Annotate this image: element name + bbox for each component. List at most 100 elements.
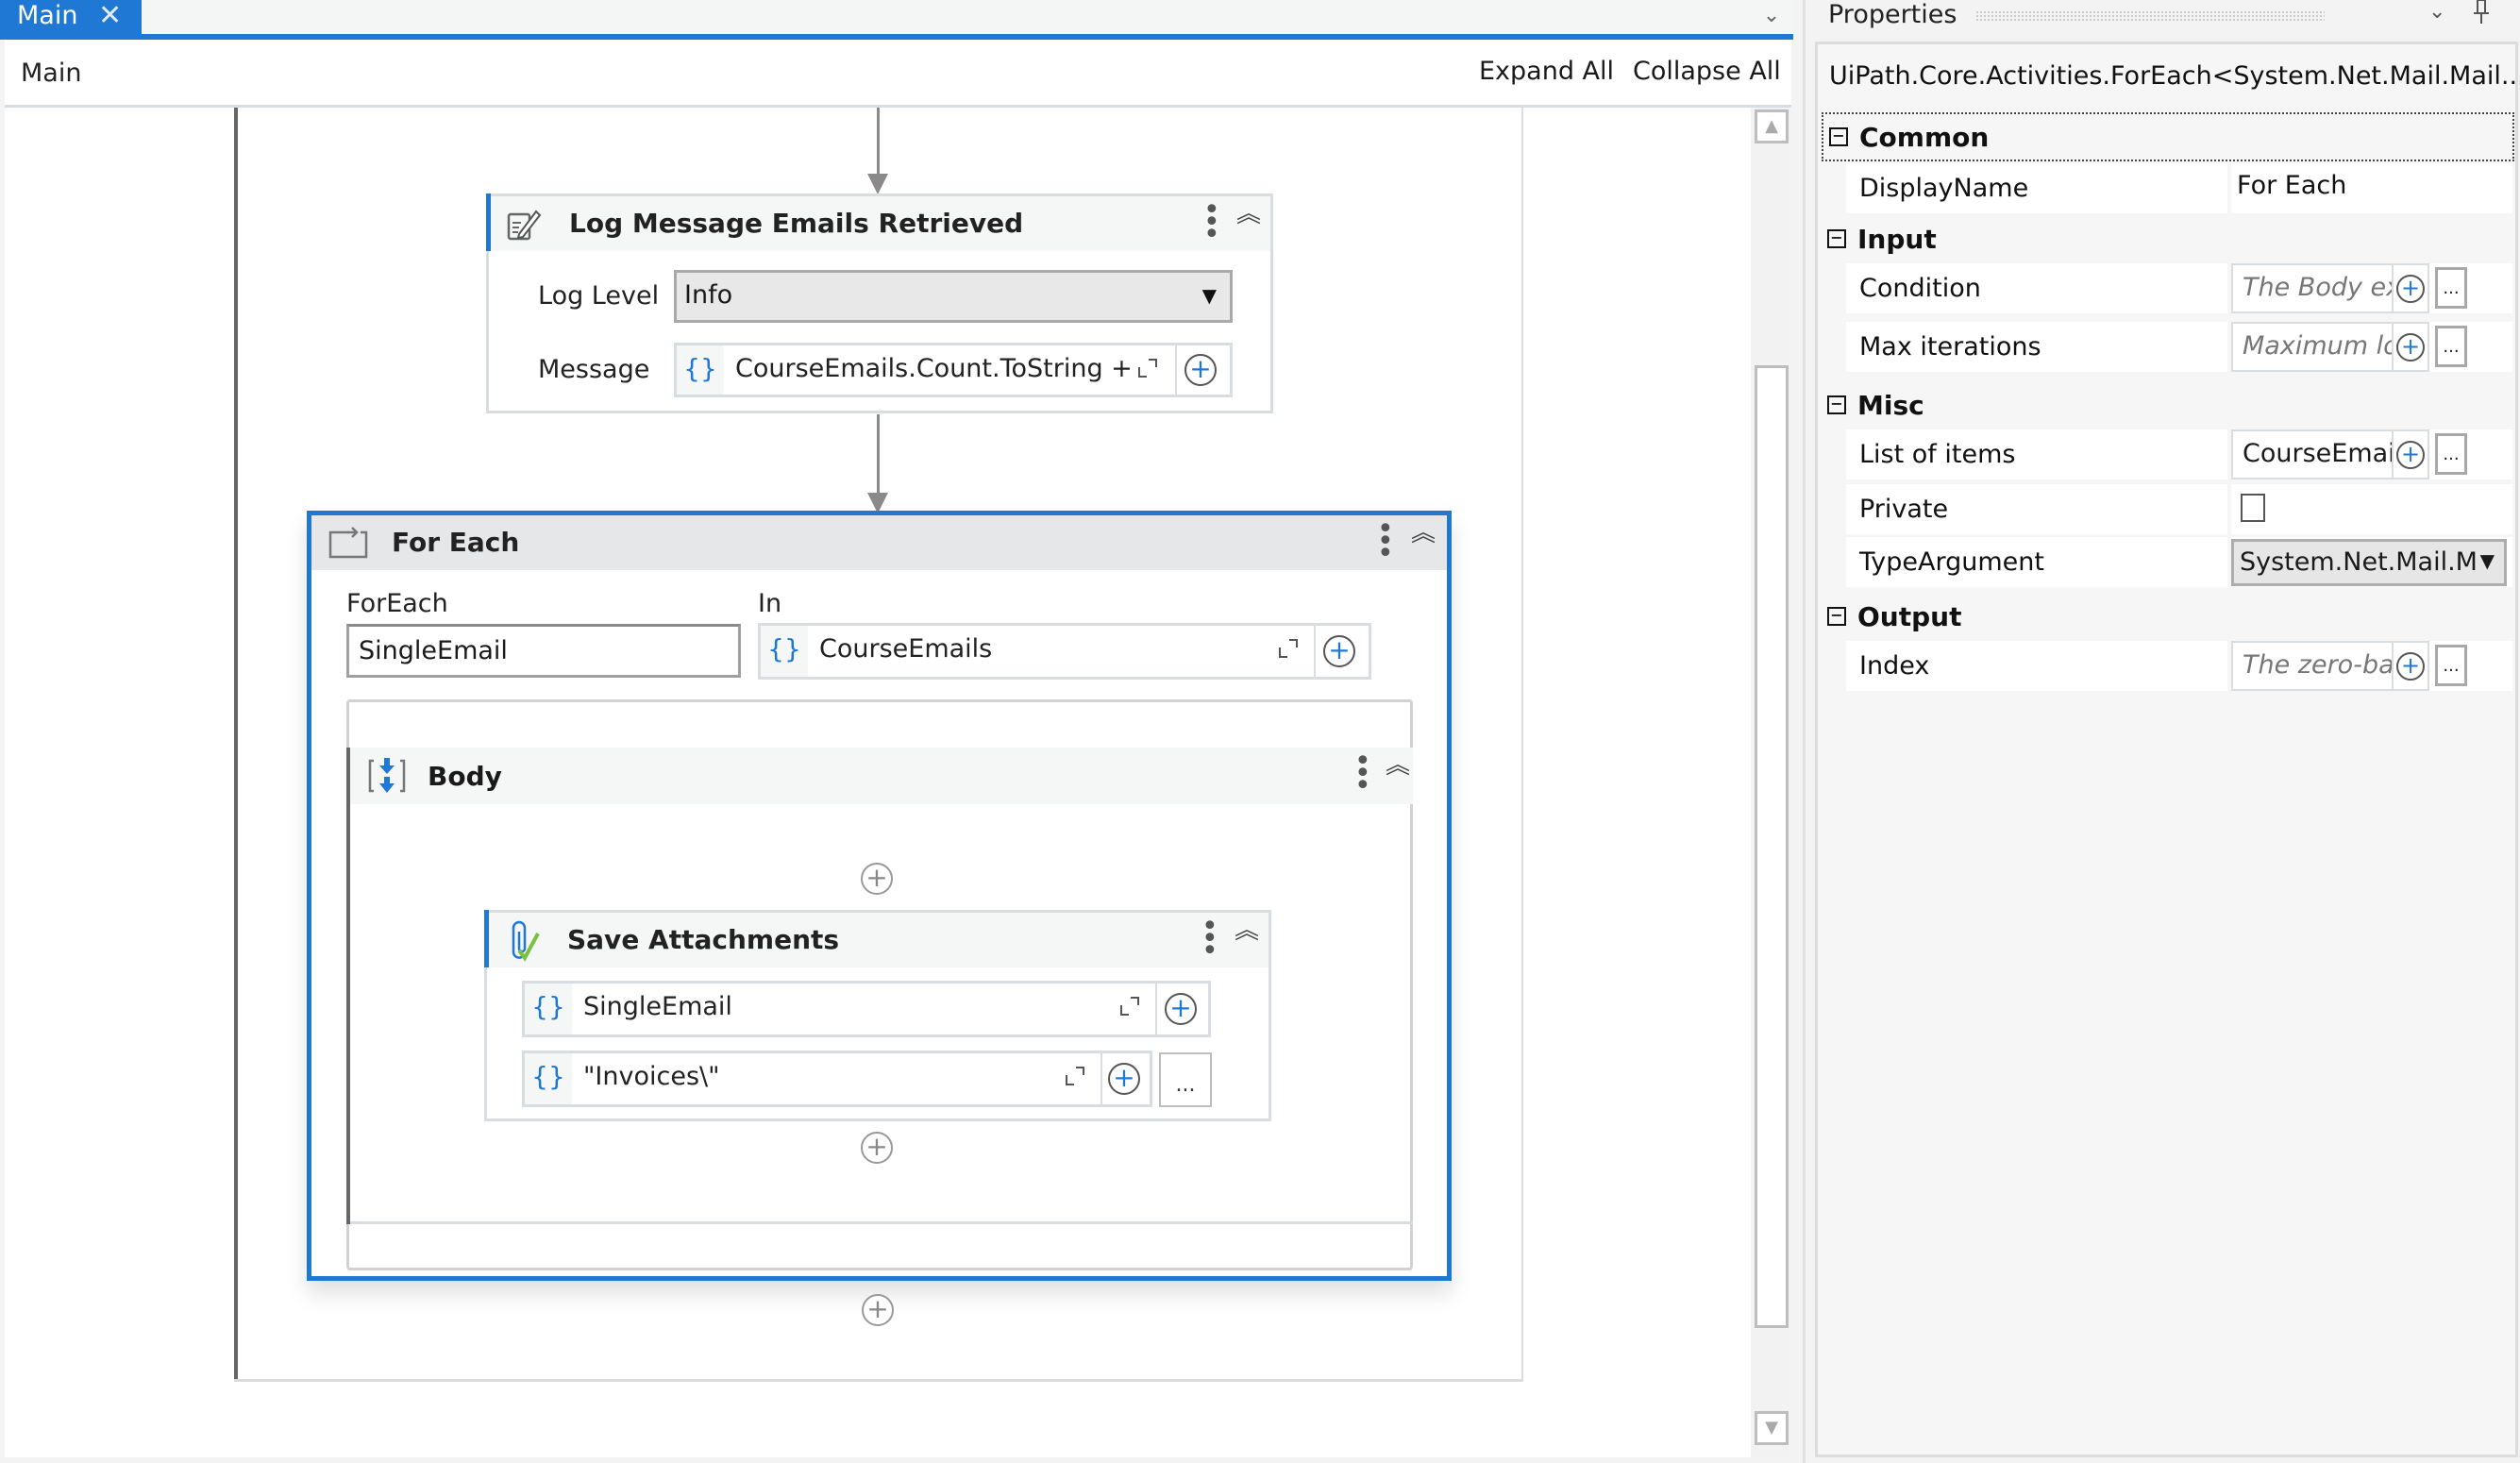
typeargument-dropdown[interactable]: System.Net.Mail.M ▼ <box>2231 539 2507 586</box>
add-variable-icon[interactable]: + <box>1165 993 1197 1025</box>
log-message-activity[interactable]: Log Message Emails Retrieved • • • ︽ Log L… <box>486 193 1273 413</box>
add-variable-icon[interactable]: + <box>2396 333 2425 362</box>
collapse-category-icon[interactable]: − <box>1827 395 1846 414</box>
kebab-menu-icon[interactable]: • • • <box>1201 913 1218 966</box>
in-collection-input[interactable]: {} CourseEmails + <box>758 623 1371 680</box>
connector-line <box>877 414 880 504</box>
dropdown-arrow-icon: ▼ <box>1201 284 1217 307</box>
collapse-icon[interactable]: ︽ <box>1233 918 1261 956</box>
add-activity-icon[interactable]: + <box>861 863 893 895</box>
property-row-condition: Condition The Body ex + ... <box>1846 263 2512 316</box>
add-activity-icon[interactable]: + <box>861 1132 893 1164</box>
condition-ellipsis-button[interactable]: ... <box>2435 267 2467 309</box>
kebab-menu-icon[interactable]: • • • <box>1377 515 1394 568</box>
sequence-left-border <box>234 108 238 1382</box>
tab-main[interactable]: Main ✕ <box>0 0 142 34</box>
scroll-down-icon[interactable]: ▼ <box>1755 1411 1789 1445</box>
property-row-index: Index The zero-ba + ... <box>1846 641 2512 694</box>
activity-title: Log Message Emails Retrieved <box>569 208 1024 239</box>
index-ellipsis-button[interactable]: ... <box>2435 645 2467 686</box>
log-level-value: Info <box>684 280 733 310</box>
browse-folder-button[interactable]: ... <box>1159 1052 1212 1107</box>
add-variable-button[interactable]: + <box>2394 263 2429 313</box>
folder-path-value: "Invoices\" <box>583 1062 720 1091</box>
message-input[interactable]: {} CourseEmails.Count.ToString + + <box>674 343 1233 397</box>
list-of-items-ellipsis-button[interactable]: ... <box>2435 433 2467 475</box>
add-activity-icon[interactable]: + <box>862 1294 894 1326</box>
private-checkbox[interactable] <box>2241 494 2265 522</box>
category-output[interactable]: − Output <box>1822 594 2514 643</box>
activity-title: Body <box>428 761 502 792</box>
index-input[interactable]: The zero-ba <box>2231 641 2394 691</box>
collapse-category-icon[interactable]: − <box>1827 229 1846 248</box>
body-sequence[interactable]: Body • • • ︽ + Save Attachments • • • ︽ … <box>346 748 1413 1224</box>
save-attachments-icon <box>512 920 540 962</box>
condition-input[interactable]: The Body ex <box>2231 263 2394 313</box>
list-of-items-input[interactable]: CourseEmai <box>2231 429 2394 479</box>
activity-type-label: UiPath.Core.Activities.ForEach<System.Ne… <box>1829 61 2520 91</box>
chevron-down-icon[interactable]: ⌄ <box>1757 4 1786 28</box>
property-name: Private <box>1859 495 1949 524</box>
add-variable-button[interactable]: + <box>2394 429 2429 479</box>
in-value: CourseEmails <box>819 634 993 664</box>
panel-drag-grip[interactable] <box>1975 10 2325 22</box>
expand-editor-icon[interactable] <box>1278 638 1299 659</box>
property-name: DisplayName <box>1859 174 2029 203</box>
add-variable-button[interactable]: + <box>2394 641 2429 691</box>
property-name: Index <box>1859 651 1930 681</box>
collapse-icon[interactable]: ︽ <box>1384 753 1412 791</box>
mail-message-value: SingleEmail <box>583 992 732 1021</box>
max-iterations-input[interactable]: Maximum lo <box>2231 322 2394 372</box>
activity-header[interactable]: Save Attachments • • • ︽ <box>487 913 1268 967</box>
scroll-up-icon[interactable]: ▲ <box>1755 109 1789 143</box>
log-level-dropdown[interactable]: Info ▼ <box>674 270 1233 323</box>
foreach-variable-input[interactable]: SingleEmail <box>346 624 741 678</box>
expand-all-button[interactable]: Expand All <box>1479 57 1614 86</box>
document-tab-strip <box>0 0 1793 34</box>
expand-editor-icon[interactable] <box>1065 1066 1085 1086</box>
collapse-category-icon[interactable]: − <box>1827 607 1846 626</box>
connector-line <box>877 108 880 176</box>
folder-path-input[interactable]: {} "Invoices\" + <box>522 1051 1152 1107</box>
property-name: List of items <box>1859 440 2016 469</box>
canvas-vertical-scrollbar[interactable]: ▲ ▼ <box>1751 108 1790 1457</box>
chevron-down-icon[interactable]: ⌄ <box>2428 0 2445 24</box>
add-variable-icon[interactable]: + <box>2396 275 2425 303</box>
for-each-activity[interactable]: For Each • • • ︽ ForEach SingleEmail In {}… <box>307 511 1452 1281</box>
close-icon[interactable]: ✕ <box>98 0 122 32</box>
category-common[interactable]: − Common <box>1822 112 2514 161</box>
scroll-thumb[interactable] <box>1755 365 1789 1328</box>
add-variable-icon[interactable]: + <box>2396 652 2425 681</box>
separator <box>1314 626 1316 677</box>
save-attachments-activity[interactable]: Save Attachments • • • ︽ {} SingleEmail + <box>484 910 1271 1121</box>
breadcrumb[interactable]: Main <box>21 59 81 88</box>
log-level-label: Log Level <box>538 281 660 311</box>
add-variable-icon[interactable]: + <box>1323 635 1355 667</box>
workflow-canvas: Log Message Emails Retrieved • • • ︽ Log L… <box>5 108 1751 1457</box>
property-grid: UiPath.Core.Activities.ForEach<System.Ne… <box>1815 42 2520 1457</box>
max-iterations-ellipsis-button[interactable]: ... <box>2435 326 2467 367</box>
expand-editor-icon[interactable] <box>1119 996 1140 1017</box>
kebab-menu-icon[interactable]: • • • <box>1354 748 1371 800</box>
add-variable-icon[interactable]: + <box>1108 1063 1140 1095</box>
activity-title: Save Attachments <box>567 924 840 955</box>
kebab-menu-icon[interactable]: • • • <box>1203 196 1220 249</box>
pin-icon[interactable] <box>2473 0 2490 30</box>
property-row-typeargument: TypeArgument System.Net.Mail.M ▼ <box>1846 537 2512 590</box>
activity-header[interactable]: For Each • • • ︽ <box>311 515 1447 570</box>
expand-editor-icon[interactable] <box>1137 358 1158 378</box>
body-header[interactable]: Body • • • ︽ <box>350 748 1413 804</box>
add-variable-icon[interactable]: + <box>1184 354 1217 386</box>
collapse-icon[interactable]: ︽ <box>1235 202 1263 240</box>
displayname-input[interactable]: For Each <box>2237 171 2346 200</box>
mail-message-input[interactable]: {} SingleEmail + <box>522 981 1211 1037</box>
add-variable-icon[interactable]: + <box>2396 441 2425 469</box>
activity-header[interactable]: Log Message Emails Retrieved • • • ︽ <box>489 196 1270 251</box>
collapse-icon[interactable]: ︽ <box>1409 521 1437 559</box>
add-variable-button[interactable]: + <box>2394 322 2429 372</box>
connector-arrow-icon <box>867 174 888 194</box>
collapse-category-icon[interactable]: − <box>1829 127 1848 146</box>
category-input[interactable]: − Input <box>1822 216 2514 265</box>
collapse-all-button[interactable]: Collapse All <box>1633 57 1781 86</box>
category-misc[interactable]: − Misc <box>1822 382 2514 431</box>
